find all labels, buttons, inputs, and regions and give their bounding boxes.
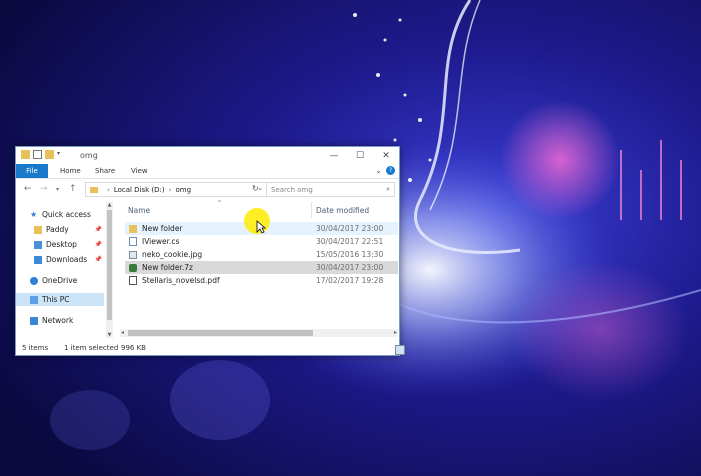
tab-file[interactable]: File (16, 164, 48, 178)
address-row: ← → ▾ ↑ › Local Disk (D:) › omg ⌄ ↻ Sear… (16, 180, 399, 198)
folder-icon (21, 150, 30, 159)
maximize-button[interactable]: ☐ (347, 147, 373, 164)
file-date: 30/04/2017 22:51 (316, 237, 384, 246)
pin-icon[interactable]: 📌 (95, 226, 102, 233)
computer-icon (30, 295, 38, 304)
column-header-name[interactable]: Name (128, 206, 150, 215)
horizontal-scrollbar[interactable]: ◂ ▸ (120, 329, 398, 337)
nav-scrollbar[interactable]: ▲ ▼ (106, 202, 113, 338)
recent-locations-button[interactable]: ▾ (56, 186, 59, 193)
forward-button[interactable]: → (40, 184, 48, 194)
tab-share[interactable]: Share (95, 167, 115, 175)
nav-item-downloads[interactable]: Downloads 📌 (34, 253, 106, 266)
image-file-icon (129, 250, 137, 259)
column-divider[interactable] (311, 202, 312, 218)
downloads-folder-icon (34, 255, 42, 264)
selection-count: 1 item selected (64, 344, 119, 352)
nav-item-label: Paddy (46, 225, 69, 234)
file-name: IViewer.cs (142, 237, 180, 246)
item-count: 5 items (22, 344, 49, 352)
minimize-button[interactable]: — (321, 147, 347, 164)
nav-item-paddy[interactable]: Paddy 📌 (34, 223, 106, 236)
mouse-pointer-icon (256, 220, 266, 234)
desktop-folder-icon (34, 240, 42, 249)
refresh-button[interactable]: ↻ (252, 184, 259, 193)
network-icon (30, 316, 38, 325)
ribbon-tabs: File Home Share View ⌄ ? (16, 164, 399, 179)
list-item[interactable]: New folder.7z 30/04/2017 23:00 (125, 261, 398, 274)
new-folder-icon[interactable] (45, 150, 54, 159)
file-name: neko_cookie.jpg (142, 250, 203, 259)
column-header-date-modified[interactable]: Date modified (316, 206, 369, 215)
file-name: New folder (142, 224, 183, 233)
window-title: omg (80, 151, 98, 160)
nav-item-label: Desktop (46, 240, 77, 249)
expand-ribbon-icon[interactable]: ⌄ (375, 166, 382, 175)
search-input[interactable]: Search omg (271, 186, 386, 194)
chevron-down-icon[interactable]: ▾ (57, 150, 66, 159)
back-button[interactable]: ← (24, 184, 32, 194)
up-button[interactable]: ↑ (69, 184, 77, 194)
chevron-right-icon[interactable]: › (169, 186, 172, 194)
search-icon: ⌕ (386, 185, 390, 193)
help-icon[interactable]: ? (386, 166, 395, 175)
scroll-down-icon[interactable]: ▼ (106, 332, 113, 338)
pin-icon[interactable]: 📌 (95, 241, 102, 248)
breadcrumb-omg[interactable]: omg (175, 186, 191, 194)
address-bar[interactable]: › Local Disk (D:) › omg ⌄ (85, 182, 267, 197)
cloud-icon (30, 276, 38, 285)
folder-icon (34, 225, 42, 234)
scrollbar-thumb[interactable] (128, 330, 313, 336)
archive-file-icon (129, 263, 137, 272)
list-item[interactable]: neko_cookie.jpg 15/05/2016 13:30 (125, 248, 398, 261)
star-icon: ★ (30, 209, 38, 219)
pin-icon[interactable]: 📌 (95, 256, 102, 263)
file-date: 30/04/2017 23:00 (316, 224, 384, 233)
properties-icon[interactable] (33, 150, 42, 159)
large-icons-view-icon[interactable] (395, 345, 405, 355)
nav-item-label: This PC (42, 295, 70, 304)
file-date: 30/04/2017 23:00 (316, 263, 384, 272)
search-box[interactable]: Search omg ⌕ (266, 182, 395, 197)
scroll-right-icon[interactable]: ▸ (394, 329, 397, 336)
nav-item-label: Downloads (46, 255, 88, 264)
file-explorer-window: ▾ omg — ☐ ✕ File Home Share View ⌄ ? ← →… (15, 146, 405, 356)
file-date: 15/05/2016 13:30 (316, 250, 384, 259)
status-bar: 5 items 1 item selected 996 KB (16, 342, 405, 355)
nav-item-label: Quick access (42, 210, 91, 219)
close-button[interactable]: ✕ (373, 147, 399, 164)
tab-home[interactable]: Home (60, 167, 81, 175)
list-item[interactable]: IViewer.cs 30/04/2017 22:51 (125, 235, 398, 248)
chevron-right-icon[interactable]: › (107, 186, 110, 194)
navigation-pane: ★ Quick access Paddy 📌 Desktop 📌 Downloa… (16, 200, 118, 340)
list-item[interactable]: Stellaris_novelsd.pdf 17/02/2017 19:28 (125, 274, 398, 287)
nav-item-this-pc[interactable]: This PC (16, 293, 104, 306)
file-name: New folder.7z (142, 263, 193, 272)
scrollbar-thumb[interactable] (107, 210, 112, 320)
sort-ascending-icon: ^ (217, 200, 223, 207)
scroll-up-icon[interactable]: ▲ (106, 202, 113, 208)
folder-icon (90, 186, 98, 193)
file-name: Stellaris_novelsd.pdf (142, 276, 220, 285)
nav-item-label: Network (42, 316, 74, 325)
folder-icon (129, 224, 137, 233)
cs-file-icon (129, 237, 137, 246)
breadcrumb-local-disk[interactable]: Local Disk (D:) (114, 186, 165, 194)
nav-item-label: OneDrive (42, 276, 78, 285)
title-bar[interactable]: ▾ omg — ☐ ✕ (16, 147, 399, 164)
selection-size: 996 KB (121, 344, 146, 352)
quick-access-toolbar: ▾ (21, 150, 66, 159)
file-date: 17/02/2017 19:28 (316, 276, 384, 285)
tab-view[interactable]: View (131, 167, 148, 175)
nav-item-desktop[interactable]: Desktop 📌 (34, 238, 106, 251)
pdf-file-icon (129, 276, 137, 285)
scroll-left-icon[interactable]: ◂ (121, 329, 124, 336)
